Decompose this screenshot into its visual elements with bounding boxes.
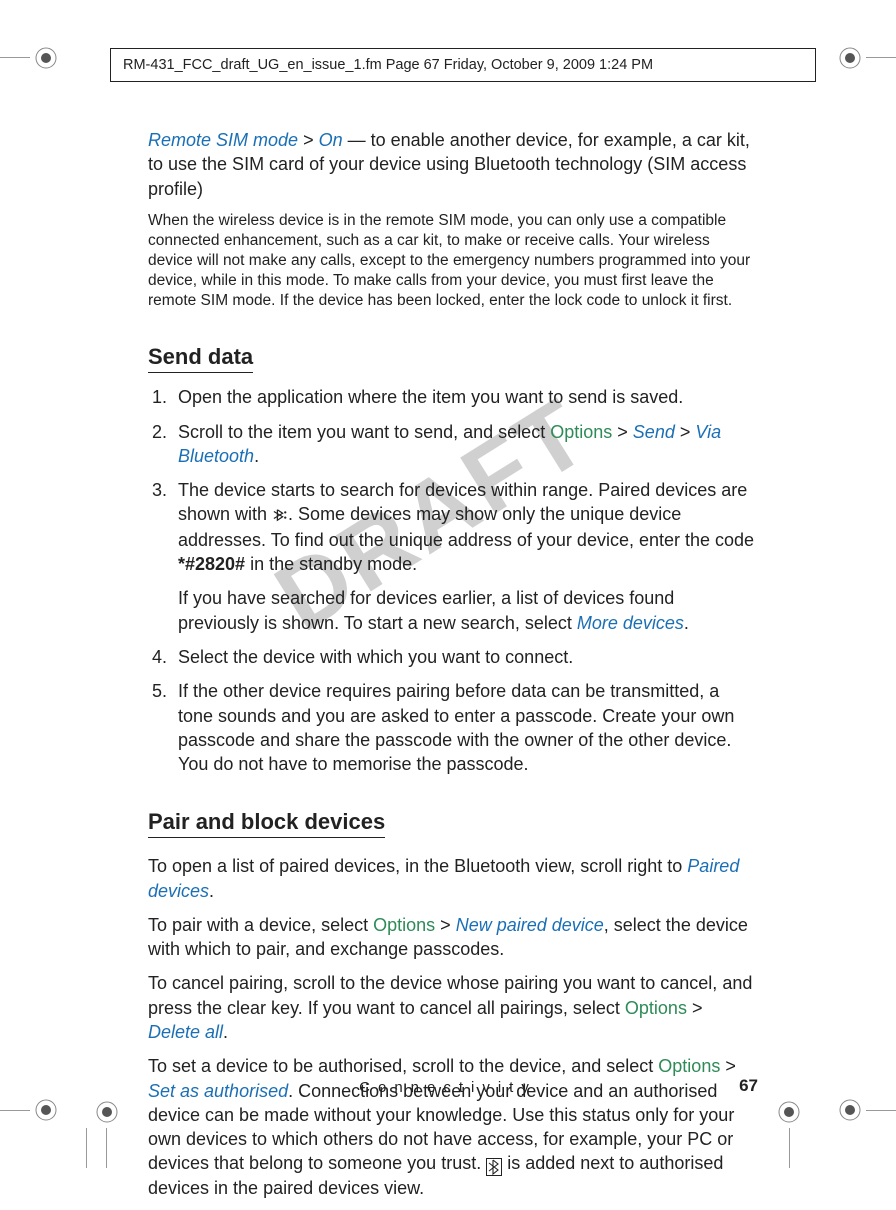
menu-path-remote-sim: Remote SIM mode (148, 130, 298, 150)
crop-line (0, 1110, 30, 1111)
authorised-device-icon (486, 1158, 502, 1176)
step-2-text: Scroll to the item you want to send, and… (178, 422, 550, 442)
pair-p4a: To set a device to be authorised, scroll… (148, 1056, 658, 1076)
crop-line (86, 1128, 87, 1168)
step-5: If the other device requires pairing bef… (172, 679, 758, 776)
step-4: Select the device with which you want to… (172, 645, 758, 669)
crop-line (866, 1110, 896, 1111)
options-label: Options (550, 422, 612, 442)
registration-mark-icon (34, 1098, 58, 1122)
registration-mark-icon (838, 46, 862, 70)
ussd-code: *#2820# (178, 554, 245, 574)
pair-p1a: To open a list of paired devices, in the… (148, 856, 687, 876)
crop-line (789, 1128, 790, 1168)
bluetooth-paired-icon (272, 504, 288, 528)
sep: > (617, 422, 628, 442)
heading-send-data: Send data (148, 342, 253, 374)
menu-more-devices: More devices (577, 613, 684, 633)
pair-p1: To open a list of paired devices, in the… (148, 854, 758, 903)
registration-mark-icon (34, 46, 58, 70)
registration-mark-icon (838, 1098, 862, 1122)
step-2: Scroll to the item you want to send, and… (172, 420, 758, 469)
remote-sim-paragraph: Remote SIM mode > On — to enable another… (148, 128, 758, 201)
page-number: 67 (739, 1076, 758, 1096)
registration-mark-icon (95, 1100, 119, 1124)
header-text: RM-431_FCC_draft_UG_en_issue_1.fm Page 6… (123, 57, 653, 73)
sep: > (440, 915, 451, 935)
heading-pair-block: Pair and block devices (148, 807, 385, 839)
step-3: The device starts to search for devices … (172, 478, 758, 635)
page-body: Remote SIM mode > On — to enable another… (148, 118, 758, 1210)
sep: > (692, 998, 703, 1018)
sep: > (303, 130, 314, 150)
step-3c: in the standby mode. (245, 554, 417, 574)
pair-p4: To set a device to be authorised, scroll… (148, 1054, 758, 1200)
step-1: Open the application where the item you … (172, 385, 758, 409)
options-label: Options (625, 998, 687, 1018)
pair-p2a: To pair with a device, select (148, 915, 373, 935)
pair-p3: To cancel pairing, scroll to the device … (148, 971, 758, 1044)
menu-new-paired: New paired device (456, 915, 604, 935)
options-label: Options (373, 915, 435, 935)
sep: > (680, 422, 691, 442)
registration-mark-icon (777, 1100, 801, 1124)
crop-line (106, 1128, 107, 1168)
footer-section: Connectivity (0, 1079, 896, 1096)
menu-delete-all: Delete all (148, 1022, 223, 1042)
menu-send: Send (633, 422, 675, 442)
remote-sim-note: When the wireless device is in the remot… (148, 211, 758, 312)
sep: > (725, 1056, 736, 1076)
pair-p2: To pair with a device, select Options > … (148, 913, 758, 962)
crop-line (0, 57, 30, 58)
menu-path-on: On (319, 130, 343, 150)
crop-line (866, 57, 896, 58)
page-header-box: RM-431_FCC_draft_UG_en_issue_1.fm Page 6… (110, 48, 816, 82)
send-data-steps: Open the application where the item you … (148, 385, 758, 776)
options-label: Options (658, 1056, 720, 1076)
